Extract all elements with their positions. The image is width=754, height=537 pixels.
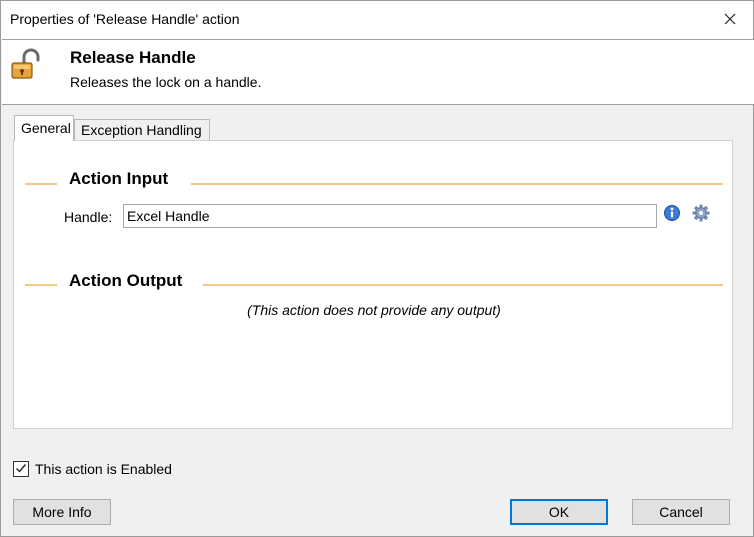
info-icon[interactable]: [663, 204, 681, 222]
window-title: Properties of 'Release Handle' action: [10, 11, 240, 27]
more-info-button[interactable]: More Info: [13, 499, 111, 525]
close-icon: [724, 12, 736, 28]
tab-general[interactable]: General: [14, 115, 74, 141]
section-divider: [25, 284, 57, 286]
unlocked-padlock-icon: [10, 48, 44, 82]
enabled-checkbox-row[interactable]: This action is Enabled: [13, 460, 172, 478]
action-input-heading: Action Input: [69, 169, 169, 188]
no-output-note: (This action does not provide any output…: [247, 302, 501, 318]
handle-input[interactable]: [123, 204, 657, 228]
close-button[interactable]: [707, 1, 753, 39]
title-bar: Properties of 'Release Handle' action: [1, 1, 753, 39]
ok-button[interactable]: OK: [510, 499, 608, 525]
gear-icon[interactable]: [692, 204, 710, 222]
action-title: Release Handle: [70, 48, 196, 67]
action-output-heading: Action Output: [69, 271, 183, 290]
checkmark-icon: [15, 461, 27, 477]
section-divider: [191, 183, 723, 185]
enabled-label: This action is Enabled: [35, 461, 172, 477]
tab-exception-handling[interactable]: Exception Handling: [74, 119, 210, 141]
enabled-checkbox[interactable]: [13, 461, 29, 477]
action-description: Releases the lock on a handle.: [70, 74, 262, 90]
general-tab-panel: Action Input Handle: Excel Handle Action…: [13, 140, 733, 429]
section-divider: [25, 183, 57, 185]
section-divider: [203, 284, 723, 286]
cancel-button[interactable]: Cancel: [632, 499, 730, 525]
properties-dialog: Properties of 'Release Handle' action Re…: [0, 0, 754, 537]
handle-label: Handle:: [64, 209, 113, 225]
action-header: Release Handle Releases the lock on a ha…: [2, 39, 754, 105]
